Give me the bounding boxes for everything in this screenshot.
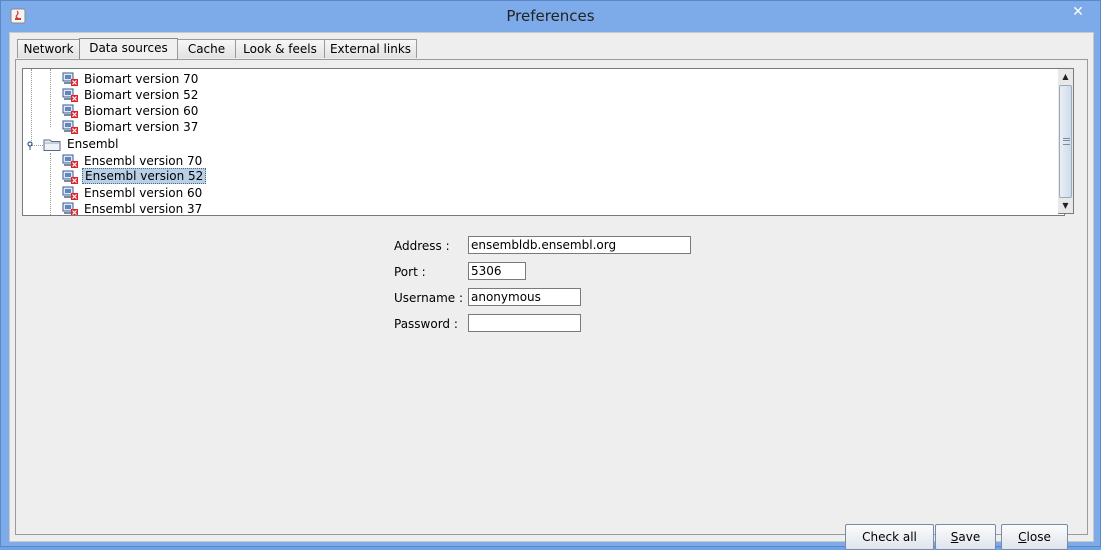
window-close-button[interactable]: ✕ (1063, 2, 1093, 22)
database-error-icon (62, 120, 78, 134)
tree-item-label: Biomart version 52 (84, 88, 199, 102)
scroll-up-arrow-icon[interactable]: ▲ (1058, 69, 1073, 84)
tree-item-label: Ensembl version 52 (82, 168, 207, 184)
scroll-down-arrow-icon[interactable]: ▼ (1058, 198, 1073, 213)
tree-connector (50, 69, 51, 127)
tab-cache[interactable]: Cache (177, 39, 236, 58)
grip-icon (1063, 138, 1070, 145)
data-sources-panel: Biomart version 70 Biomart version 52 Bi… (15, 59, 1088, 550)
username-label: Username : (394, 291, 464, 305)
database-error-icon (62, 186, 78, 200)
tree-item-label: Ensembl (67, 137, 119, 151)
port-input[interactable] (468, 262, 526, 280)
close-mnemonic: C (1018, 530, 1027, 544)
tree-scrollbar[interactable]: ▲ ▼ (1058, 68, 1074, 214)
tree-connector (31, 69, 32, 145)
database-error-icon (62, 88, 78, 102)
tree-item-label: Ensembl version 70 (84, 154, 203, 168)
data-source-tree[interactable]: Biomart version 70 Biomart version 52 Bi… (22, 68, 1065, 216)
tree-item-label: Ensembl version 37 (84, 202, 203, 216)
scroll-thumb[interactable] (1059, 85, 1072, 198)
tab-network[interactable]: Network (17, 39, 80, 58)
address-label: Address : (394, 239, 450, 253)
tab-look-feels[interactable]: Look & feels (235, 39, 325, 58)
database-error-icon (62, 104, 78, 118)
database-error-icon (62, 154, 78, 168)
password-input[interactable] (468, 314, 581, 332)
address-input[interactable] (468, 236, 691, 254)
database-error-icon (62, 170, 78, 184)
save-button[interactable]: Save (935, 524, 996, 550)
tab-data-sources[interactable]: Data sources (79, 38, 178, 59)
username-input[interactable] (468, 288, 581, 306)
close-button[interactable]: Close (1001, 524, 1068, 550)
tree-item-label: Biomart version 37 (84, 120, 199, 134)
database-error-icon (62, 72, 78, 86)
check-all-button[interactable]: Check all (845, 524, 934, 550)
tree-item-label: Biomart version 70 (84, 72, 199, 86)
tree-connector (50, 153, 51, 215)
port-label: Port : (394, 265, 426, 279)
tab-external-links[interactable]: External links (324, 39, 417, 58)
save-label-rest: ave (958, 530, 981, 544)
expand-handle-icon[interactable] (27, 141, 36, 150)
dialog-client-area: Network Data sources Cache Look & feels … (9, 32, 1094, 550)
window-frame: Preferences ✕ Network Data sources Cache… (0, 0, 1101, 550)
password-label: Password : (394, 317, 458, 331)
window-title: Preferences (506, 7, 595, 25)
close-label-rest: lose (1026, 530, 1051, 544)
tree-item-label: Biomart version 60 (84, 104, 199, 118)
database-error-icon (62, 202, 78, 215)
tree-item-label: Ensembl version 60 (84, 186, 203, 200)
folder-icon (43, 139, 61, 151)
title-bar[interactable]: Preferences ✕ (1, 1, 1100, 31)
close-icon: ✕ (1072, 4, 1084, 20)
